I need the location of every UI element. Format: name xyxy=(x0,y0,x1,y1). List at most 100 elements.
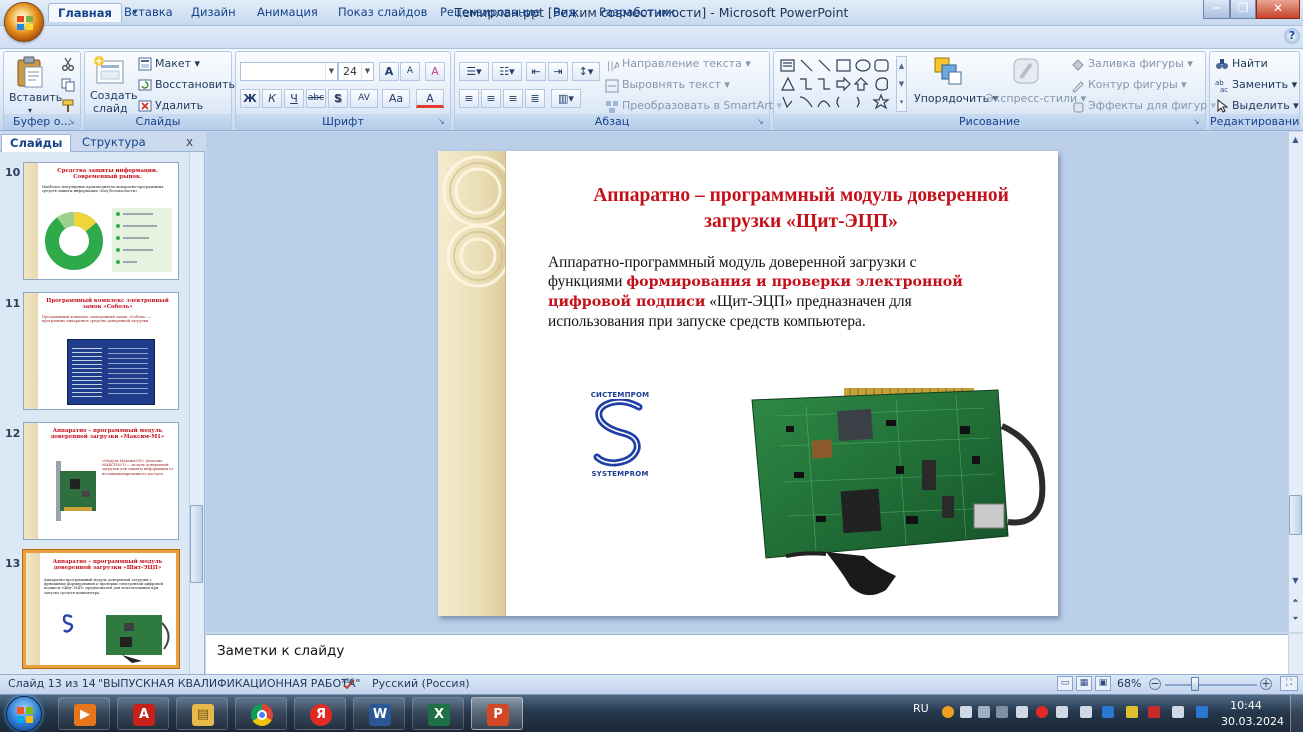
tray-network-status-icon[interactable] xyxy=(1172,706,1184,718)
delete-slide-icon[interactable] xyxy=(138,99,152,113)
tab-slideshow[interactable]: Показ слайдов xyxy=(329,3,436,22)
taskbar-acrobat[interactable]: A xyxy=(117,697,169,730)
slide-scrollbar-thumb[interactable] xyxy=(1289,495,1302,535)
shape-fill-button[interactable]: Заливка фигуры ▾ xyxy=(1088,55,1193,73)
underline-button[interactable]: Ч xyxy=(284,89,304,108)
copy-icon[interactable] xyxy=(61,78,75,92)
tray-power-icon[interactable] xyxy=(1126,706,1138,718)
tray-settings-icon[interactable] xyxy=(1056,706,1068,718)
tab-design[interactable]: Дизайн xyxy=(182,3,245,22)
clear-formatting-button[interactable]: A xyxy=(425,62,445,81)
format-painter-icon[interactable] xyxy=(61,99,75,113)
tray-warning-icon[interactable] xyxy=(1148,706,1160,718)
columns-button[interactable]: ▥▾ xyxy=(551,89,581,108)
increase-indent-button[interactable]: ⇥ xyxy=(548,62,568,81)
numbering-button[interactable]: ☷▾ xyxy=(492,62,522,81)
paragraph-launcher-icon[interactable]: ↘ xyxy=(757,117,767,127)
taskbar-powerpoint[interactable]: P xyxy=(471,697,523,730)
tab-view[interactable]: Вид xyxy=(544,3,585,22)
slide-thumbnail-11[interactable]: Программный комплекс электронный замок «… xyxy=(23,292,179,410)
align-text-icon[interactable] xyxy=(605,79,619,93)
help-icon[interactable]: ? xyxy=(1284,28,1300,44)
tab-developer[interactable]: Разработчик xyxy=(590,3,685,22)
select-button[interactable]: Выделить ▾ xyxy=(1232,97,1299,115)
tray-bluetooth-icon[interactable] xyxy=(1016,706,1028,718)
strikethrough-button[interactable]: abc xyxy=(306,89,326,108)
slide-thumbnail-12[interactable]: Аппаратно – программный модуль доверенно… xyxy=(23,422,179,540)
clipboard-launcher-icon[interactable]: ↘ xyxy=(68,117,78,127)
shrink-font-button[interactable]: A xyxy=(400,62,420,81)
slide-body-text[interactable]: Аппаратно-программный модуль доверенной … xyxy=(548,253,976,331)
tray-device-icon[interactable] xyxy=(996,706,1008,718)
shadow-button[interactable]: S xyxy=(328,89,348,108)
change-case-button[interactable]: Aa xyxy=(382,89,410,108)
close-button[interactable]: ✕ xyxy=(1256,0,1300,19)
language-indicator[interactable]: Русский (Россия) xyxy=(372,677,470,690)
select-cursor-icon[interactable] xyxy=(1215,99,1229,113)
delete-slide-button[interactable]: Удалить xyxy=(155,97,203,115)
minimize-button[interactable]: ─ xyxy=(1203,0,1230,19)
font-color-button[interactable]: A xyxy=(416,89,444,108)
decrease-indent-button[interactable]: ⇤ xyxy=(526,62,546,81)
show-desktop-button[interactable] xyxy=(1290,695,1303,732)
zoom-in-button[interactable]: + xyxy=(1260,678,1272,690)
slide-title[interactable]: Аппаратно – программный модуль доверенно… xyxy=(560,183,1042,235)
shape-fill-icon[interactable] xyxy=(1071,58,1085,72)
tab-slides-panel[interactable]: Слайды xyxy=(1,134,72,152)
office-button[interactable] xyxy=(4,2,44,42)
shape-outline-icon[interactable] xyxy=(1071,79,1085,93)
next-slide-icon[interactable]: ⏷ xyxy=(1289,612,1302,626)
clock-date[interactable]: 30.03.2024 xyxy=(1221,715,1284,728)
slide-sorter-button[interactable]: ▦ xyxy=(1076,676,1092,691)
tray-notification-icon[interactable] xyxy=(1196,706,1208,718)
font-size-combo[interactable]: 24 ▼ xyxy=(338,62,374,81)
zoom-out-button[interactable]: − xyxy=(1149,678,1161,690)
binoculars-icon[interactable] xyxy=(1215,57,1229,71)
new-slide-icon[interactable] xyxy=(93,56,125,86)
shapes-gallery-scroll[interactable]: ▲ ▼ ▾ xyxy=(896,56,907,112)
layout-button[interactable]: Макет ▾ xyxy=(155,55,200,73)
taskbar-media-player[interactable]: ▶ xyxy=(58,697,110,730)
new-slide-label-line1[interactable]: Создать xyxy=(90,89,138,102)
bullets-button[interactable]: ☰▾ xyxy=(459,62,489,81)
replace-button[interactable]: Заменить ▾ xyxy=(1232,76,1297,94)
tray-yandex-icon[interactable] xyxy=(1036,706,1048,718)
line-spacing-button[interactable]: ↕▾ xyxy=(572,62,600,81)
start-button[interactable] xyxy=(6,696,42,732)
taskbar-yandex-browser[interactable]: Я xyxy=(294,697,346,730)
tab-home[interactable]: Главная xyxy=(48,3,122,22)
character-spacing-button[interactable]: AV xyxy=(350,89,378,108)
taskbar-file-explorer[interactable]: ▤ xyxy=(176,697,228,730)
paste-icon[interactable] xyxy=(16,56,44,88)
tab-insert[interactable]: Вставка xyxy=(115,3,182,22)
reset-slide-button[interactable]: Восстановить xyxy=(155,76,235,94)
restore-button[interactable]: ❐ xyxy=(1230,0,1256,19)
slide-thumbnail-10[interactable]: Средства защиты информации. Современный … xyxy=(23,162,179,280)
panel-close-icon[interactable]: x xyxy=(186,135,193,149)
zoom-slider-thumb[interactable] xyxy=(1191,677,1199,691)
shapes-gallery[interactable] xyxy=(779,57,903,115)
align-left-button[interactable]: ≡ xyxy=(459,89,479,108)
shape-effects-icon[interactable] xyxy=(1071,100,1085,114)
find-button[interactable]: Найти xyxy=(1232,55,1268,73)
font-name-combo[interactable]: ▼ xyxy=(240,62,338,81)
taskbar-word[interactable]: W xyxy=(353,697,405,730)
tray-app-icon[interactable] xyxy=(942,706,954,718)
font-launcher-icon[interactable]: ↘ xyxy=(438,117,448,127)
slideshow-button[interactable]: ▣ xyxy=(1095,676,1111,691)
italic-button[interactable]: К xyxy=(262,89,282,108)
previous-slide-icon[interactable]: ⏶ xyxy=(1289,594,1302,608)
replace-icon[interactable]: abac xyxy=(1215,78,1229,92)
bold-button[interactable]: Ж xyxy=(240,89,260,108)
reset-slide-icon[interactable] xyxy=(138,78,152,92)
align-text-button[interactable]: Выровнять текст ▾ xyxy=(622,76,730,94)
tray-usb-icon[interactable] xyxy=(978,706,990,718)
tab-animation[interactable]: Анимация xyxy=(248,3,327,22)
normal-view-button[interactable]: ▭ xyxy=(1057,676,1073,691)
zoom-slider[interactable] xyxy=(1165,684,1257,686)
text-direction-button[interactable]: Направление текста ▾ xyxy=(622,55,751,73)
slide-thumbnail-13[interactable]: Аппаратно – программный модуль доверенно… xyxy=(23,550,179,668)
shape-effects-button[interactable]: Эффекты для фигур ▾ xyxy=(1088,97,1216,115)
fit-to-window-button[interactable]: ⛶ xyxy=(1280,676,1298,691)
clock-time[interactable]: 10:44 xyxy=(1221,699,1271,712)
